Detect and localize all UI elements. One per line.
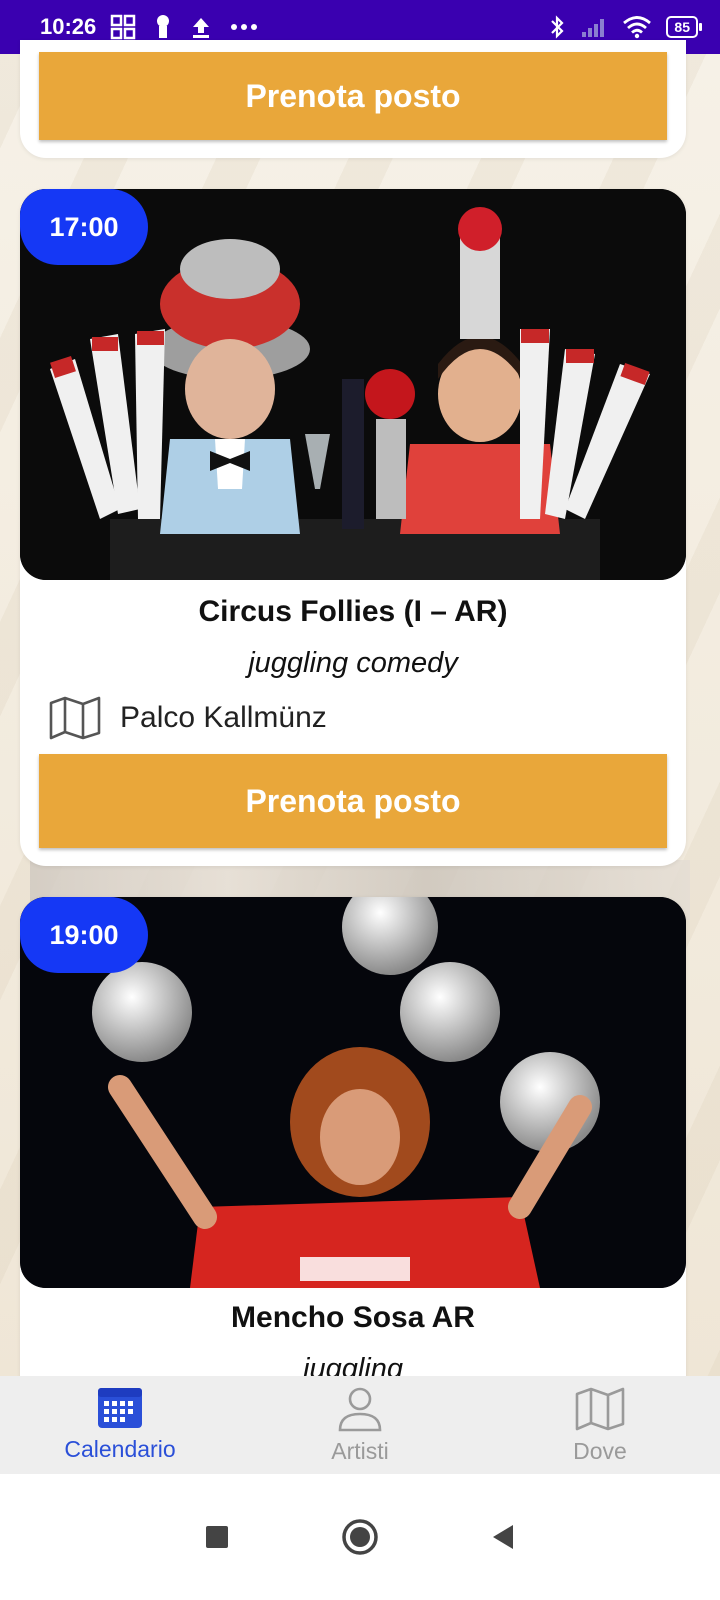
bottom-navigation: Calendario Artisti Dove xyxy=(0,1376,720,1474)
map-icon xyxy=(575,1387,625,1431)
keyhole-notification-icon xyxy=(157,15,170,38)
book-seat-button[interactable]: Prenota posto xyxy=(39,52,667,140)
map-icon xyxy=(49,696,101,740)
nav-item-artisti[interactable]: Artisti xyxy=(240,1376,480,1474)
nav-label-dove: Dove xyxy=(573,1438,627,1464)
system-navigation-bar xyxy=(0,1474,720,1600)
signal-icon xyxy=(582,19,605,37)
more-notifications-icon xyxy=(231,24,258,30)
book-seat-button[interactable]: Prenota posto xyxy=(39,754,667,848)
event-genre: juggling comedy xyxy=(248,647,458,679)
nav-label-calendario: Calendario xyxy=(64,1436,176,1462)
nav-item-calendario[interactable]: Calendario xyxy=(0,1376,240,1474)
upload-icon xyxy=(193,18,210,38)
event-title: Mencho Sosa AR xyxy=(231,1301,475,1334)
calendar-icon xyxy=(98,1388,142,1428)
event-venue-label: Palco Kallmünz xyxy=(120,701,327,734)
event-card[interactable]: 19:00 Mencho Sosa AR juggling xyxy=(20,897,686,1417)
status-time: 10:26 xyxy=(40,14,97,39)
event-card-previous: Prenota posto xyxy=(20,40,686,158)
event-title: Circus Follies (I – AR) xyxy=(198,595,508,628)
event-card[interactable]: 17:00 Circus Follies (I – AR) juggling c… xyxy=(20,189,686,866)
back-icon[interactable] xyxy=(489,1522,517,1552)
nav-item-dove[interactable]: Dove xyxy=(480,1376,720,1474)
event-time-badge: 17:00 xyxy=(20,189,148,265)
grid-notification-icon xyxy=(111,14,136,40)
nav-label-artisti: Artisti xyxy=(331,1438,389,1464)
bluetooth-icon xyxy=(551,15,564,39)
home-icon[interactable] xyxy=(341,1518,379,1556)
event-time-badge: 19:00 xyxy=(20,897,148,973)
wifi-icon xyxy=(623,16,652,39)
recent-apps-icon[interactable] xyxy=(203,1523,231,1551)
event-venue[interactable]: Palco Kallmünz xyxy=(48,695,327,741)
battery-indicator: 85 xyxy=(666,16,702,38)
person-icon xyxy=(338,1387,382,1432)
